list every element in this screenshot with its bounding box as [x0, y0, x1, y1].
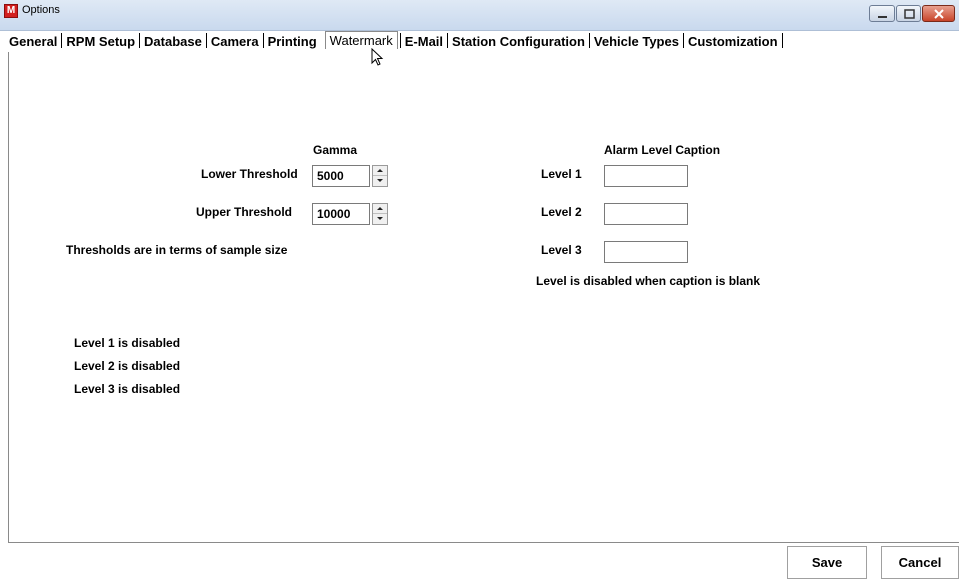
tab-separator — [205, 33, 207, 48]
tab-separator — [262, 33, 264, 48]
save-button[interactable]: Save — [787, 546, 867, 579]
lower-threshold-input[interactable] — [312, 165, 370, 187]
tab-customization[interactable]: Customization — [687, 32, 780, 50]
cancel-button[interactable]: Cancel — [881, 546, 959, 579]
tab-separator — [682, 33, 684, 48]
minimize-icon — [878, 16, 887, 18]
level-1-status: Level 1 is disabled — [74, 336, 181, 350]
tab-printing[interactable]: Printing — [267, 32, 319, 50]
level-3-status: Level 3 is disabled — [74, 382, 181, 396]
tab-separator — [61, 33, 63, 48]
upper-threshold-spin-buttons — [372, 203, 388, 225]
title-bar[interactable]: M Options — [0, 0, 959, 31]
spin-up-arrow-icon[interactable] — [373, 166, 387, 176]
caption-blank-note: Level is disabled when caption is blank — [536, 274, 761, 288]
tab-watermark[interactable]: Watermark — [324, 31, 398, 49]
window-title: Options — [22, 4, 60, 16]
gamma-heading: Gamma — [313, 143, 358, 157]
tab-database[interactable]: Database — [143, 32, 204, 50]
level-1-label: Level 1 — [541, 167, 582, 181]
thresholds-note: Thresholds are in terms of sample size — [66, 243, 288, 257]
upper-threshold-label: Upper Threshold — [196, 205, 293, 219]
level-2-caption-input[interactable] — [604, 203, 688, 225]
app-logo-icon[interactable]: M — [4, 4, 18, 18]
lower-threshold-label: Lower Threshold — [201, 167, 298, 181]
tab-separator — [447, 33, 449, 48]
close-icon — [934, 9, 944, 19]
tab-vehicle-types[interactable]: Vehicle Types — [593, 32, 681, 50]
lower-threshold-spin-buttons — [372, 165, 388, 187]
spin-down-arrow-icon[interactable] — [373, 214, 387, 224]
mouse-cursor-icon — [371, 48, 384, 66]
tab-general[interactable]: General — [8, 32, 59, 50]
tab-rpm-setup[interactable]: RPM Setup — [65, 32, 137, 50]
upper-threshold-spinner[interactable] — [312, 203, 388, 225]
spin-up-arrow-icon[interactable] — [373, 204, 387, 214]
tab-email[interactable]: E-Mail — [404, 32, 445, 50]
close-button[interactable] — [922, 5, 955, 22]
lower-threshold-spinner[interactable] — [312, 165, 388, 187]
level-1-caption-input[interactable] — [604, 165, 688, 187]
upper-threshold-input[interactable] — [312, 203, 370, 225]
level-2-status: Level 2 is disabled — [74, 359, 181, 373]
tab-camera[interactable]: Camera — [210, 32, 261, 50]
tab-separator — [781, 33, 783, 48]
minimize-button[interactable] — [869, 5, 895, 22]
level-3-label: Level 3 — [541, 243, 582, 257]
tab-separator — [139, 33, 141, 48]
level-2-label: Level 2 — [541, 205, 582, 219]
maximize-button[interactable] — [896, 5, 921, 22]
tab-bar: General RPM Setup Database Camera Printing Wa… — [8, 31, 786, 52]
spin-down-arrow-icon[interactable] — [373, 176, 387, 186]
alarm-level-caption-heading: Alarm Level Caption — [604, 143, 721, 157]
maximize-icon — [904, 9, 915, 19]
watermark-panel: Gamma Lower Threshold Upper Threshold Th… — [8, 52, 959, 543]
tab-station-configuration[interactable]: Station Configuration — [451, 32, 587, 50]
tab-separator — [399, 33, 401, 48]
level-3-caption-input[interactable] — [604, 241, 688, 263]
tab-separator — [588, 33, 590, 48]
